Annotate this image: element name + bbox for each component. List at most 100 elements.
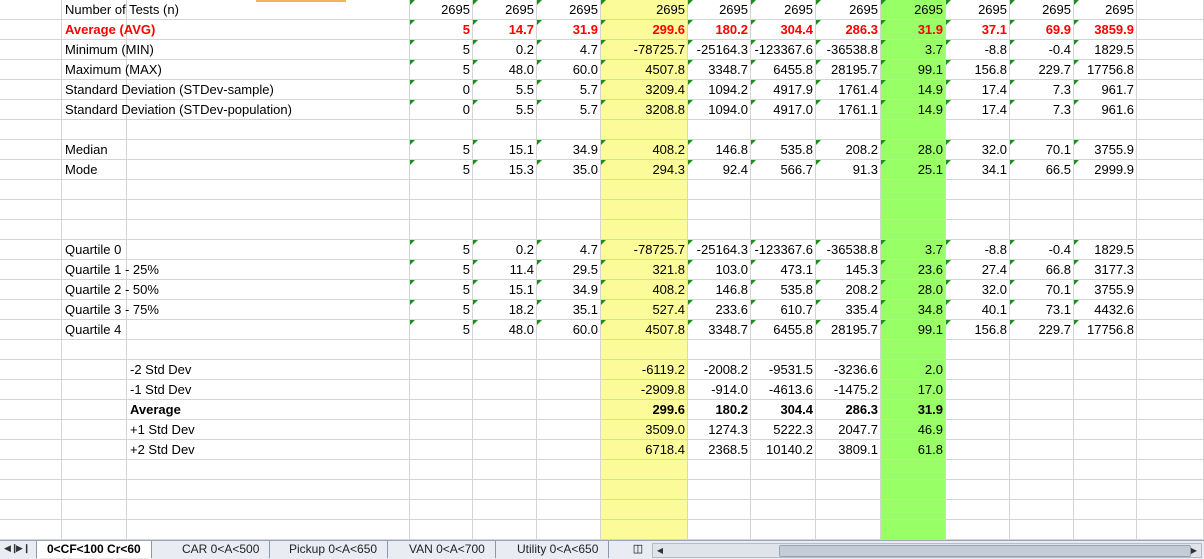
value-cell[interactable] bbox=[751, 480, 816, 500]
value-cell[interactable]: -0.4 bbox=[1010, 40, 1074, 60]
value-cell[interactable]: 5 bbox=[410, 140, 473, 160]
value-cell[interactable] bbox=[473, 180, 537, 200]
value-cell[interactable]: 5.5 bbox=[473, 100, 537, 120]
value-cell[interactable]: -123367.6 bbox=[751, 240, 816, 260]
value-cell[interactable] bbox=[1010, 520, 1074, 540]
value-cell[interactable]: 31.9 bbox=[881, 400, 946, 420]
grid-cell[interactable] bbox=[0, 220, 62, 240]
value-cell[interactable]: 10140.2 bbox=[751, 440, 816, 460]
value-cell[interactable]: 1829.5 bbox=[1074, 40, 1137, 60]
value-cell[interactable] bbox=[410, 380, 473, 400]
value-cell[interactable]: 15.3 bbox=[473, 160, 537, 180]
value-cell[interactable]: 2695 bbox=[473, 0, 537, 20]
value-cell[interactable]: 3509.0 bbox=[601, 420, 688, 440]
grid-cell[interactable] bbox=[127, 460, 410, 480]
value-cell[interactable] bbox=[688, 460, 751, 480]
value-cell[interactable] bbox=[473, 120, 537, 140]
grid-cell[interactable] bbox=[1137, 120, 1204, 140]
grid-cell[interactable] bbox=[1137, 480, 1204, 500]
value-cell[interactable]: 28.0 bbox=[881, 140, 946, 160]
value-cell[interactable] bbox=[881, 460, 946, 480]
value-cell[interactable]: 99.1 bbox=[881, 320, 946, 340]
value-cell[interactable]: 2695 bbox=[537, 0, 601, 20]
value-cell[interactable]: 34.9 bbox=[537, 280, 601, 300]
value-cell[interactable]: 23.6 bbox=[881, 260, 946, 280]
value-cell[interactable]: 17756.8 bbox=[1074, 60, 1137, 80]
value-cell[interactable]: 3208.8 bbox=[601, 100, 688, 120]
value-cell[interactable]: 286.3 bbox=[816, 20, 881, 40]
value-cell[interactable]: -8.8 bbox=[946, 240, 1010, 260]
value-cell[interactable]: 34.1 bbox=[946, 160, 1010, 180]
value-cell[interactable]: 2695 bbox=[1010, 0, 1074, 20]
sheet-tab[interactable]: CAR 0<A<500 bbox=[172, 541, 271, 558]
value-cell[interactable]: 7.3 bbox=[1010, 100, 1074, 120]
value-cell[interactable] bbox=[601, 520, 688, 540]
value-cell[interactable] bbox=[1010, 200, 1074, 220]
value-cell[interactable]: 28195.7 bbox=[816, 320, 881, 340]
value-cell[interactable] bbox=[1010, 440, 1074, 460]
grid-cell[interactable] bbox=[0, 260, 62, 280]
value-cell[interactable]: 6718.4 bbox=[601, 440, 688, 460]
grid-cell[interactable] bbox=[1137, 260, 1204, 280]
value-cell[interactable]: 4917.9 bbox=[751, 80, 816, 100]
value-cell[interactable]: 35.1 bbox=[537, 300, 601, 320]
value-cell[interactable] bbox=[537, 380, 601, 400]
value-cell[interactable]: 32.0 bbox=[946, 140, 1010, 160]
grid-cell[interactable] bbox=[0, 320, 62, 340]
value-cell[interactable]: 5 bbox=[410, 60, 473, 80]
value-cell[interactable]: 103.0 bbox=[688, 260, 751, 280]
value-cell[interactable] bbox=[537, 400, 601, 420]
grid-cell[interactable] bbox=[1137, 160, 1204, 180]
value-cell[interactable]: 5 bbox=[410, 300, 473, 320]
value-cell[interactable]: 35.0 bbox=[537, 160, 601, 180]
sheet-tab[interactable]: VAN 0<A<700 bbox=[399, 541, 496, 558]
value-cell[interactable] bbox=[688, 340, 751, 360]
value-cell[interactable]: -6119.2 bbox=[601, 360, 688, 380]
value-cell[interactable] bbox=[537, 200, 601, 220]
value-cell[interactable]: 4917.0 bbox=[751, 100, 816, 120]
value-cell[interactable]: 46.9 bbox=[881, 420, 946, 440]
value-cell[interactable]: 40.1 bbox=[946, 300, 1010, 320]
value-cell[interactable]: 3755.9 bbox=[1074, 140, 1137, 160]
value-cell[interactable]: 99.1 bbox=[881, 60, 946, 80]
value-cell[interactable]: 4507.8 bbox=[601, 60, 688, 80]
grid-cell[interactable] bbox=[127, 240, 410, 260]
value-cell[interactable]: 14.9 bbox=[881, 100, 946, 120]
value-cell[interactable]: 91.3 bbox=[816, 160, 881, 180]
value-cell[interactable] bbox=[816, 500, 881, 520]
value-cell[interactable]: 2695 bbox=[946, 0, 1010, 20]
value-cell[interactable]: 527.4 bbox=[601, 300, 688, 320]
value-cell[interactable] bbox=[410, 220, 473, 240]
value-cell[interactable]: 2695 bbox=[751, 0, 816, 20]
value-cell[interactable] bbox=[1074, 360, 1137, 380]
value-cell[interactable]: 18.2 bbox=[473, 300, 537, 320]
value-cell[interactable] bbox=[946, 120, 1010, 140]
grid-cell[interactable] bbox=[62, 120, 127, 140]
value-cell[interactable] bbox=[1074, 200, 1137, 220]
value-cell[interactable]: -36538.8 bbox=[816, 240, 881, 260]
value-cell[interactable]: 60.0 bbox=[537, 320, 601, 340]
value-cell[interactable]: -4613.6 bbox=[751, 380, 816, 400]
grid-cell[interactable] bbox=[0, 440, 62, 460]
value-cell[interactable] bbox=[881, 220, 946, 240]
grid-cell[interactable] bbox=[0, 340, 62, 360]
value-cell[interactable] bbox=[537, 180, 601, 200]
value-cell[interactable]: 229.7 bbox=[1010, 320, 1074, 340]
value-cell[interactable] bbox=[1074, 500, 1137, 520]
value-cell[interactable] bbox=[1074, 420, 1137, 440]
value-cell[interactable] bbox=[751, 120, 816, 140]
value-cell[interactable] bbox=[688, 200, 751, 220]
value-cell[interactable] bbox=[1010, 220, 1074, 240]
grid-cell[interactable] bbox=[0, 80, 62, 100]
grid-cell[interactable] bbox=[0, 140, 62, 160]
grid-cell[interactable] bbox=[1137, 520, 1204, 540]
grid-cell[interactable] bbox=[1137, 200, 1204, 220]
value-cell[interactable] bbox=[751, 520, 816, 540]
grid-cell[interactable] bbox=[62, 480, 127, 500]
grid-cell[interactable] bbox=[0, 300, 62, 320]
value-cell[interactable] bbox=[751, 220, 816, 240]
value-cell[interactable]: 286.3 bbox=[816, 400, 881, 420]
value-cell[interactable] bbox=[1074, 120, 1137, 140]
insert-sheet-icon[interactable]: ◫ bbox=[630, 542, 646, 556]
value-cell[interactable] bbox=[410, 200, 473, 220]
